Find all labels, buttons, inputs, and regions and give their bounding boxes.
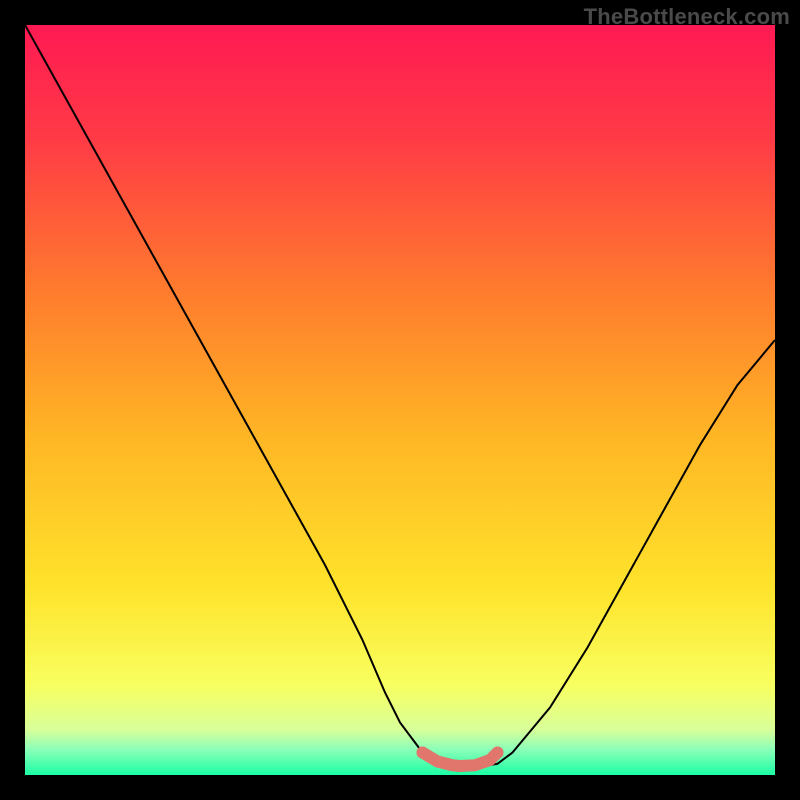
plot-area: [25, 25, 775, 775]
watermark-text: TheBottleneck.com: [584, 4, 790, 30]
optimal-band-dot-right: [492, 747, 504, 759]
chart-svg: [25, 25, 775, 775]
chart-frame: TheBottleneck.com: [0, 0, 800, 800]
optimal-band-dot-left: [417, 747, 429, 759]
gradient-background: [25, 25, 775, 775]
